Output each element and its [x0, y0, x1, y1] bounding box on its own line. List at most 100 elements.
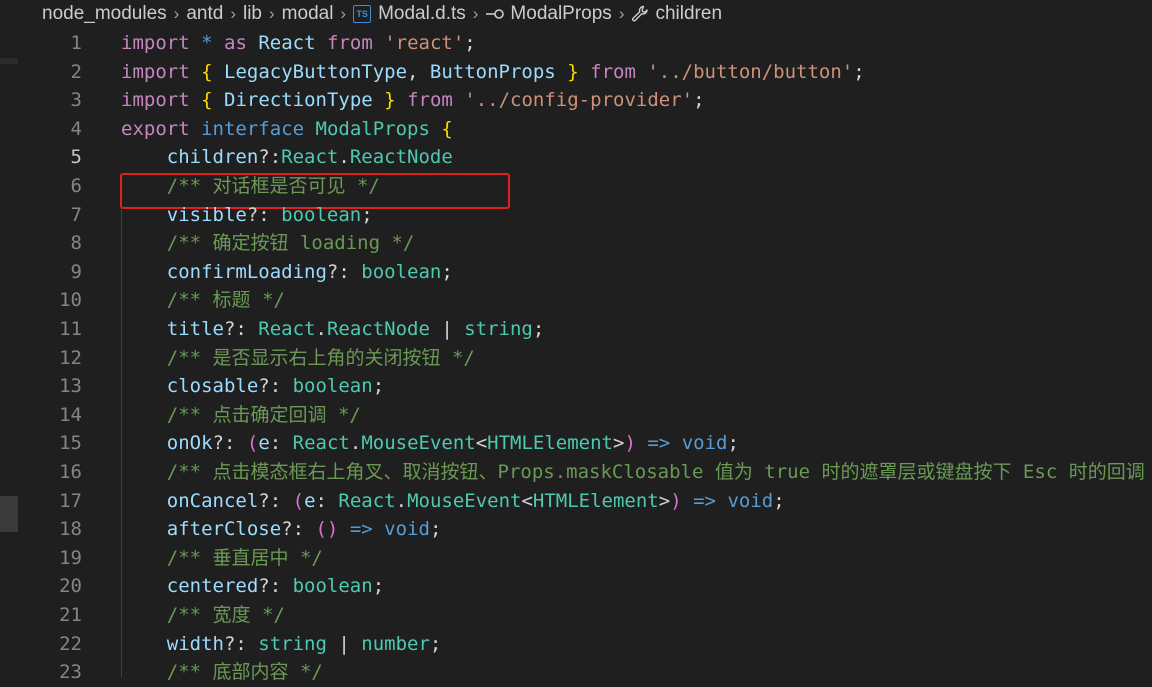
code-line[interactable]: 20 centered?: boolean; [0, 572, 1152, 601]
code-token: } [567, 60, 579, 83]
code-line[interactable]: 21 /** 宽度 */ [0, 601, 1152, 630]
line-code: import { LegacyButtonType, ButtonProps }… [121, 58, 865, 87]
line-number: 13 [59, 375, 82, 398]
code-line[interactable]: 22 width?: string | number; [0, 630, 1152, 659]
breadcrumb-item-interface[interactable]: ModalProps [485, 3, 612, 25]
code-token: number [361, 632, 430, 655]
code-token: | [429, 318, 465, 340]
line-number: 5 [70, 146, 82, 169]
code-token: interface [201, 117, 305, 140]
code-token: ?: [223, 318, 259, 340]
line-code: closable?: boolean; [121, 372, 384, 401]
typescript-file-icon: TS [353, 5, 372, 23]
code-line[interactable]: 5 children?:React.ReactNode [0, 143, 1152, 172]
code-line[interactable]: 11 title?: React.ReactNode | string; [0, 315, 1152, 344]
code-line[interactable]: 16 /** 点击模态框右上角叉、取消按钮、Props.maskClosable… [0, 458, 1152, 487]
breadcrumb-item-file[interactable]: TS Modal.d.ts [353, 3, 466, 25]
code-token: () [315, 518, 339, 541]
code-line[interactable]: 6 /** 对话框是否可见 */ [0, 172, 1152, 201]
code-line[interactable]: 12 /** 是否显示右上角的关闭按钮 */ [0, 344, 1152, 373]
code-token: { [201, 60, 213, 83]
chevron-right-icon: › [173, 4, 180, 23]
line-code: visible?: boolean; [121, 201, 373, 230]
code-line[interactable]: 18 afterClose?: () => void; [0, 515, 1152, 544]
code-token: React [258, 32, 316, 54]
code-token: React [281, 146, 339, 169]
breadcrumb-item-modal[interactable]: modal [282, 3, 334, 25]
code-token: '../button/button' [647, 60, 854, 83]
code-line[interactable]: 10 /** 标题 */ [0, 286, 1152, 315]
breadcrumb-item-property[interactable]: children [631, 3, 722, 25]
line-code: onOk?: (e: React.MouseEvent<HTMLElement>… [121, 429, 739, 458]
code-line[interactable]: 13 closable?: boolean; [0, 372, 1152, 401]
line-code: children?:React.ReactNode [121, 143, 453, 172]
breadcrumb-item-node-modules[interactable]: node_modules [42, 3, 167, 25]
code-token: ?: [258, 146, 282, 169]
code-token: ?: [212, 432, 247, 455]
code-line[interactable]: 9 confirmLoading?: boolean; [0, 258, 1152, 287]
code-line[interactable]: 14 /** 点击确定回调 */ [0, 401, 1152, 430]
code-token: } [384, 89, 396, 112]
breadcrumb-item-lib[interactable]: lib [243, 3, 262, 25]
code-token: HTMLElement [532, 489, 659, 512]
code-token: /** 宽度 */ [166, 604, 285, 626]
code-line[interactable]: 15 onOk?: (e: React.MouseEvent<HTMLEleme… [0, 429, 1152, 458]
line-code: /** 点击模态框右上角叉、取消按钮、Props.maskClosable 值为… [121, 458, 1152, 487]
code-token: . [349, 432, 362, 455]
code-line[interactable]: 8 /** 确定按钮 loading */ [0, 229, 1152, 258]
code-token: 'react' [384, 32, 465, 54]
code-line[interactable]: 4 export interface ModalProps { [0, 115, 1152, 144]
line-code: onCancel?: (e: React.MouseEvent<HTMLElem… [121, 487, 785, 516]
line-code: export interface ModalProps { [121, 115, 453, 144]
code-token: ModalProps [315, 117, 430, 140]
code-token: void [384, 518, 430, 541]
code-token: title [166, 318, 224, 340]
line-number: 19 [59, 546, 82, 569]
code-token: width [166, 632, 224, 655]
code-token: /** 标题 */ [166, 289, 285, 312]
code-line[interactable]: 7 visible?: boolean; [0, 201, 1152, 230]
code-token: < [521, 489, 533, 512]
code-line[interactable]: 17 onCancel?: (e: React.MouseEvent<HTMLE… [0, 487, 1152, 516]
code-token: ?: [223, 632, 259, 655]
wrench-icon [631, 5, 649, 23]
code-token: boolean [292, 375, 373, 398]
code-token: . [315, 318, 327, 340]
code-token: => [349, 518, 373, 541]
code-line[interactable]: 3 import { DirectionType } from '../confi… [0, 86, 1152, 115]
line-number: 12 [59, 346, 82, 369]
line-code: import { DirectionType } from '../config… [121, 86, 705, 115]
code-token: React [258, 318, 316, 340]
code-line[interactable]: 1 import * as React from 'react'; [0, 29, 1152, 58]
code-token: { [441, 117, 453, 140]
code-token: boolean [281, 203, 362, 226]
code-line[interactable]: 23 /** 底部内容 */ [0, 658, 1152, 687]
code-token: confirmLoading [166, 260, 327, 283]
code-token: ) [670, 489, 682, 512]
chevron-right-icon: › [269, 4, 275, 23]
breadcrumb-item-antd[interactable]: antd [186, 3, 223, 25]
line-code: /** 宽度 */ [121, 601, 285, 630]
code-editor[interactable]: 1 import * as React from 'react'; 2 import … [0, 28, 1152, 683]
code-line[interactable]: 19 /** 垂直居中 */ [0, 544, 1152, 573]
code-line[interactable]: 2 import { LegacyButtonType, ButtonProps … [0, 58, 1152, 87]
